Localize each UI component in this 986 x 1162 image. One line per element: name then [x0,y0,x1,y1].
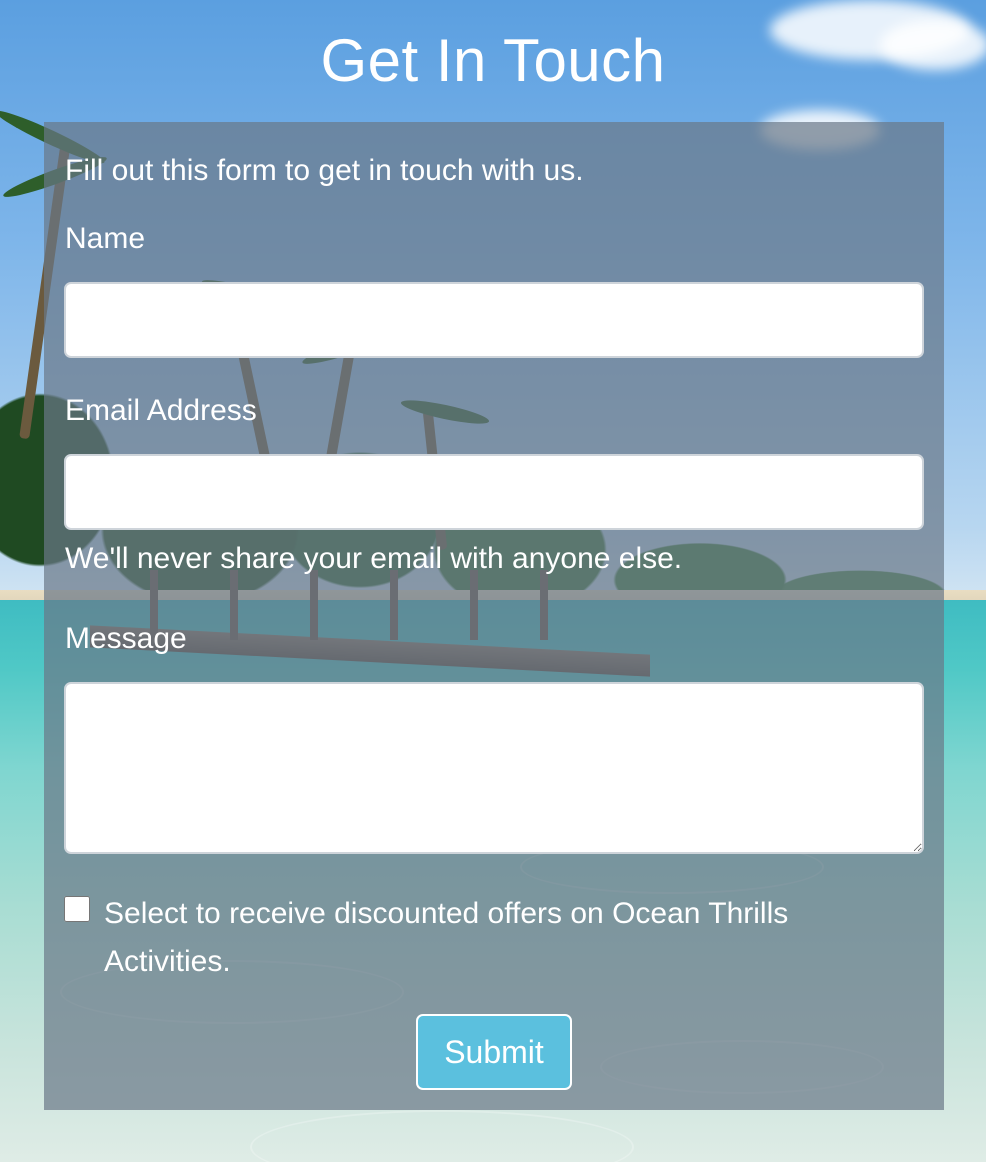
email-help-text: We'll never share your email with anyone… [65,542,683,575]
offers-checkbox-label[interactable]: Select to receive discounted offers on O… [104,890,904,986]
form-intro-text: Fill out this form to get in touch with … [65,154,584,187]
message-label: Message [65,622,187,655]
name-label: Name [65,222,146,255]
offers-checkbox[interactable] [64,896,90,922]
contact-form: Fill out this form to get in touch with … [44,122,944,1110]
email-input[interactable] [64,454,924,530]
page-title: Get In Touch [320,27,666,94]
message-textarea[interactable] [64,682,924,854]
name-input[interactable] [64,282,924,358]
submit-button[interactable]: Submit [416,1014,572,1090]
email-label: Email Address [65,394,257,427]
